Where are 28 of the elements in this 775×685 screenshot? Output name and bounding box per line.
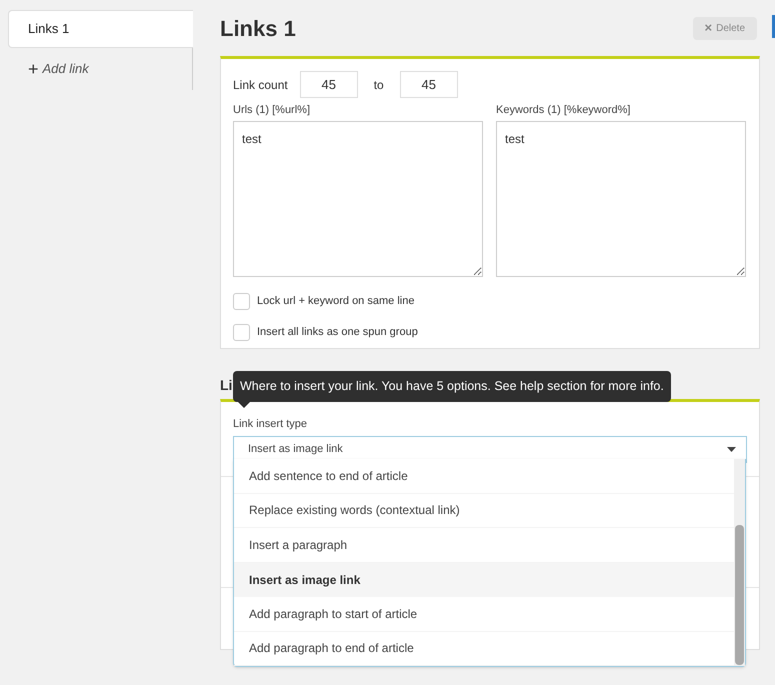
tooltip: Where to insert your link. You have 5 options. See help section for more info. — [233, 371, 671, 402]
dropdown-option[interactable]: Add sentence to end of article — [234, 459, 734, 494]
dropdown-caret-icon — [727, 446, 736, 452]
checkbox[interactable] — [233, 324, 250, 340]
cut-off-button[interactable] — [772, 15, 775, 38]
dropdown-option[interactable]: Insert as image link — [234, 562, 734, 597]
page-title: Links 1 — [220, 14, 296, 42]
sidebar-tab[interactable]: Links 1 — [8, 10, 193, 48]
dropdown-option[interactable]: Add paragraph to end of article — [234, 632, 734, 666]
to-label: to — [372, 76, 385, 94]
plus-icon: + — [28, 60, 39, 78]
urls-field[interactable]: test — [233, 120, 483, 276]
checkbox-label: Insert all links as one spun group — [257, 324, 418, 340]
section-heading: Li — [220, 376, 232, 395]
tooltip-pointer-icon — [238, 402, 250, 408]
insert-type-label: Link insert type — [233, 417, 308, 432]
scrollbar[interactable] — [734, 459, 745, 666]
count-to-field[interactable]: 45 — [400, 71, 458, 98]
checkbox-label: Lock url + keyword on same line — [257, 294, 414, 309]
keywords-label: Keywords (1) [%keyword%] — [496, 103, 632, 118]
dropdown-option[interactable]: Add paragraph to start of article — [234, 597, 734, 632]
count-from-field[interactable]: 45 — [300, 71, 358, 98]
dropdown-option[interactable]: Replace existing words (contextual link) — [234, 494, 734, 528]
link-count-label: Link count — [233, 76, 288, 94]
keywords-field[interactable]: test — [496, 120, 746, 276]
urls-label: Urls (1) [%url%] — [233, 103, 312, 118]
checkbox[interactable] — [233, 292, 250, 310]
add-link[interactable]: Add link — [42, 59, 89, 79]
